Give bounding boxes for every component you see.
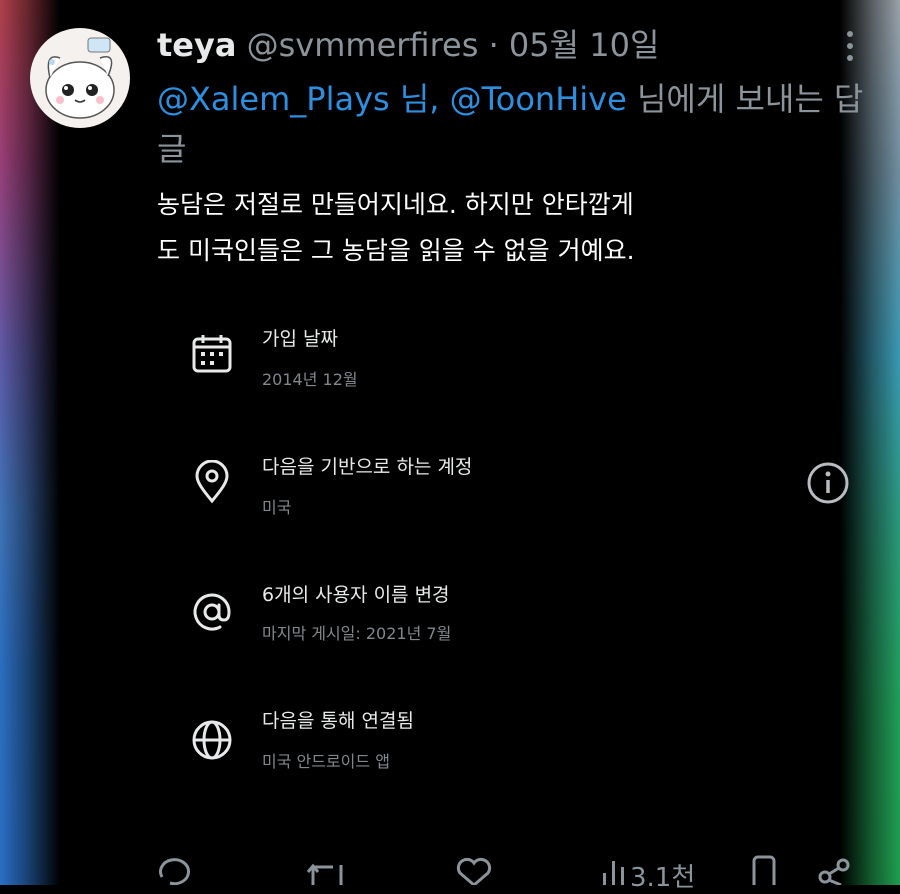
reply-to-line: @Xalem_Plays 님, @ToonHive 님에게 보내는 답글 (157, 74, 877, 174)
connected-via-value: 미국 안드로이드 앱 (262, 752, 390, 771)
avatar[interactable] (30, 28, 130, 128)
bookmark-icon[interactable] (748, 855, 780, 889)
retweet-icon[interactable] (305, 855, 349, 889)
at-sign-icon (190, 590, 234, 634)
post-date[interactable]: 05월 10일 (509, 26, 660, 64)
share-icon[interactable] (815, 855, 855, 889)
globe-icon (190, 718, 234, 762)
calendar-icon (190, 332, 234, 376)
display-name[interactable]: teya (157, 26, 236, 64)
tweet-header: teya @svmmerfires · 05월 10일 (157, 20, 659, 66)
tweet-body-line-2: 도 미국인들은 그 농담을 읽을 수 없을 거예요. (157, 236, 635, 265)
user-handle[interactable]: @svmmerfires (247, 26, 479, 64)
bar-chart-icon (603, 861, 624, 885)
username-changes-value: 마지막 게시일: 2021년 7월 (262, 624, 452, 643)
tweet-body: 농담은 저절로 만들어지네요. 하지만 안타깝게 도 미국인들은 그 농담을 읽… (157, 182, 717, 274)
heart-icon[interactable] (454, 855, 494, 889)
based-in-value: 미국 (262, 498, 292, 517)
left-edge-glow (0, 0, 60, 885)
mention-xalem[interactable]: @Xalem_Plays 님, (157, 80, 439, 118)
username-changes-title: 6개의 사용자 이름 변경 (262, 584, 450, 606)
info-icon[interactable] (806, 461, 850, 505)
joined-date-value: 2014년 12월 (262, 370, 358, 389)
views-button[interactable]: 3.1천 (600, 855, 730, 893)
separator-dot: · (488, 26, 499, 64)
tweet-body-line-1: 농담은 저절로 만들어지네요. 하지만 안타깝게 (157, 190, 634, 219)
connected-via-title: 다음을 통해 연결됨 (262, 710, 414, 732)
reply-icon[interactable] (156, 855, 196, 889)
based-in-title: 다음을 기반으로 하는 계정 (262, 456, 473, 478)
joined-date-title: 가입 날짜 (262, 328, 338, 350)
more-vertical-icon[interactable] (838, 28, 862, 64)
location-pin-icon (190, 459, 234, 504)
action-bar: 3.1천 (150, 855, 870, 893)
avatar-image (45, 37, 115, 119)
view-count: 3.1천 (630, 863, 696, 893)
mention-toonhive[interactable]: @ToonHive (450, 80, 627, 118)
